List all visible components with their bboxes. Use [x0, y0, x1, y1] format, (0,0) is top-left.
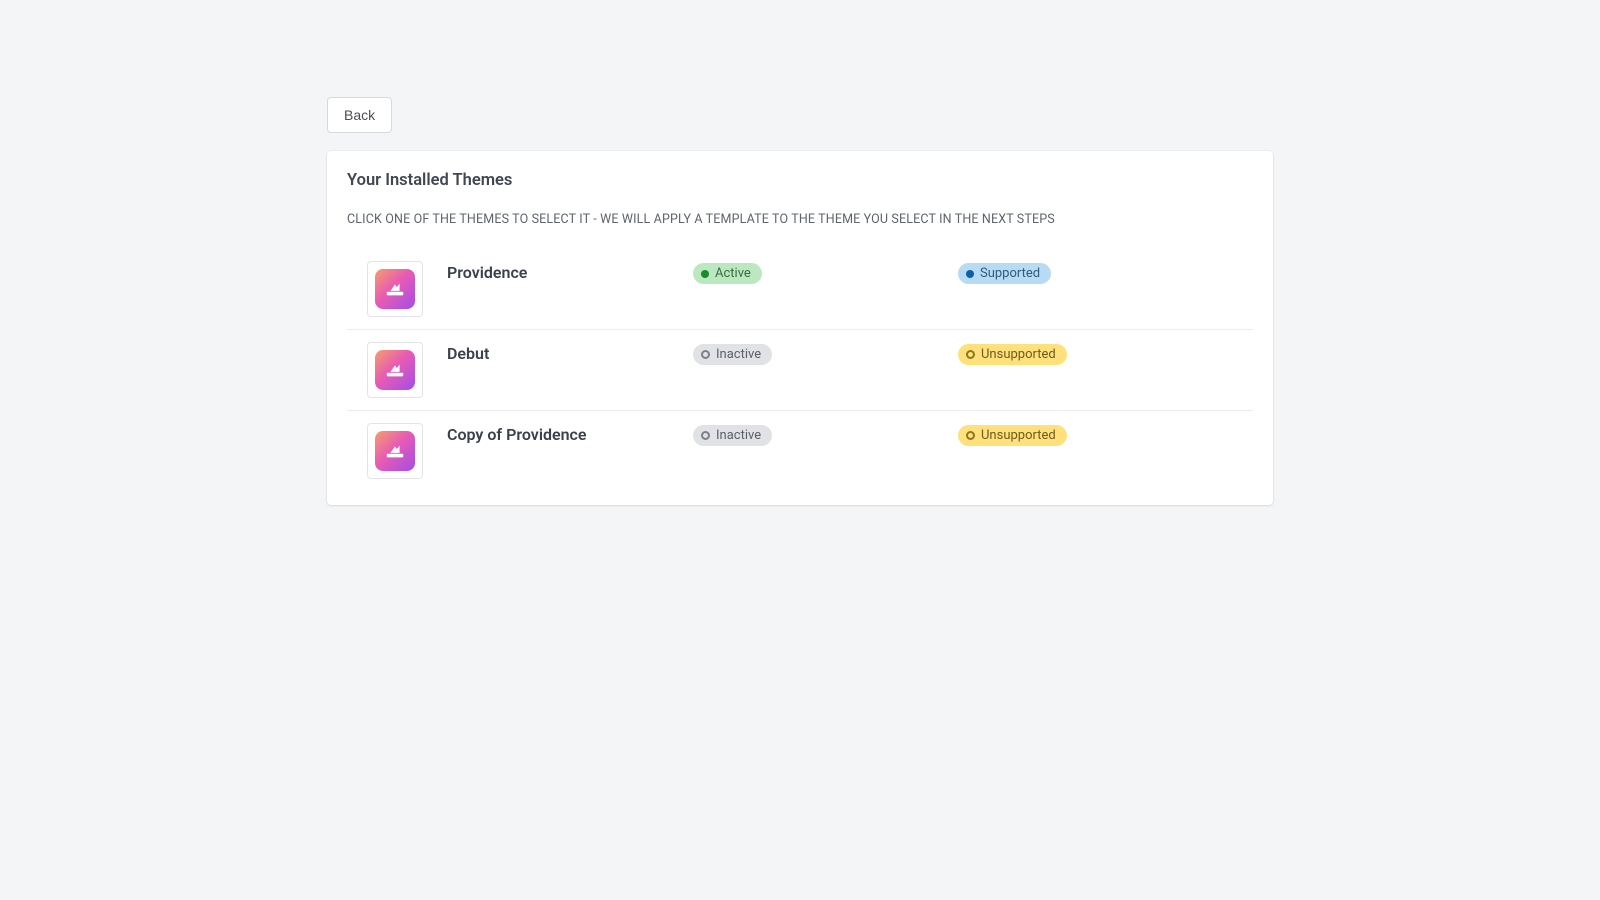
theme-icon-wrap [367, 261, 423, 317]
theme-support-cell: Supported [958, 261, 1051, 284]
paint-icon [384, 278, 406, 300]
theme-status-cell: Inactive [693, 423, 958, 446]
paint-icon [384, 440, 406, 462]
theme-row[interactable]: Debut Inactive Unsupported [347, 330, 1253, 411]
card-title: Your Installed Themes [347, 171, 1253, 190]
dot-icon [966, 270, 974, 278]
support-label: Unsupported [981, 428, 1056, 443]
theme-icon-wrap [367, 423, 423, 479]
status-badge: Inactive [693, 425, 772, 446]
dot-icon [701, 270, 709, 278]
theme-icon [375, 431, 415, 471]
theme-icon [375, 269, 415, 309]
theme-row[interactable]: Copy of Providence Inactive Unsupported [347, 411, 1253, 491]
support-label: Supported [980, 266, 1040, 281]
theme-name: Debut [423, 342, 693, 363]
ring-icon [966, 350, 975, 359]
themes-list: Providence Active Supported Debut Inactive Un… [347, 249, 1253, 491]
ring-icon [701, 350, 710, 359]
theme-support-cell: Unsupported [958, 423, 1067, 446]
theme-status-cell: Inactive [693, 342, 958, 365]
theme-support-cell: Unsupported [958, 342, 1067, 365]
theme-row[interactable]: Providence Active Supported [347, 249, 1253, 330]
status-badge: Active [693, 263, 762, 284]
theme-icon-wrap [367, 342, 423, 398]
theme-name: Copy of Providence [423, 423, 693, 444]
support-badge: Supported [958, 263, 1051, 284]
back-button[interactable]: Back [327, 97, 392, 133]
theme-icon [375, 350, 415, 390]
ring-icon [701, 431, 710, 440]
theme-status-cell: Active [693, 261, 958, 284]
status-label: Active [715, 266, 751, 281]
paint-icon [384, 359, 406, 381]
support-badge: Unsupported [958, 344, 1067, 365]
ring-icon [966, 431, 975, 440]
status-label: Inactive [716, 428, 761, 443]
status-badge: Inactive [693, 344, 772, 365]
status-label: Inactive [716, 347, 761, 362]
support-label: Unsupported [981, 347, 1056, 362]
card-subtitle: CLICK ONE OF THE THEMES TO SELECT IT - W… [347, 212, 1253, 227]
themes-card: Your Installed Themes CLICK ONE OF THE T… [327, 151, 1273, 505]
theme-name: Providence [423, 261, 693, 282]
support-badge: Unsupported [958, 425, 1067, 446]
page-container: Back Your Installed Themes CLICK ONE OF … [327, 0, 1273, 505]
